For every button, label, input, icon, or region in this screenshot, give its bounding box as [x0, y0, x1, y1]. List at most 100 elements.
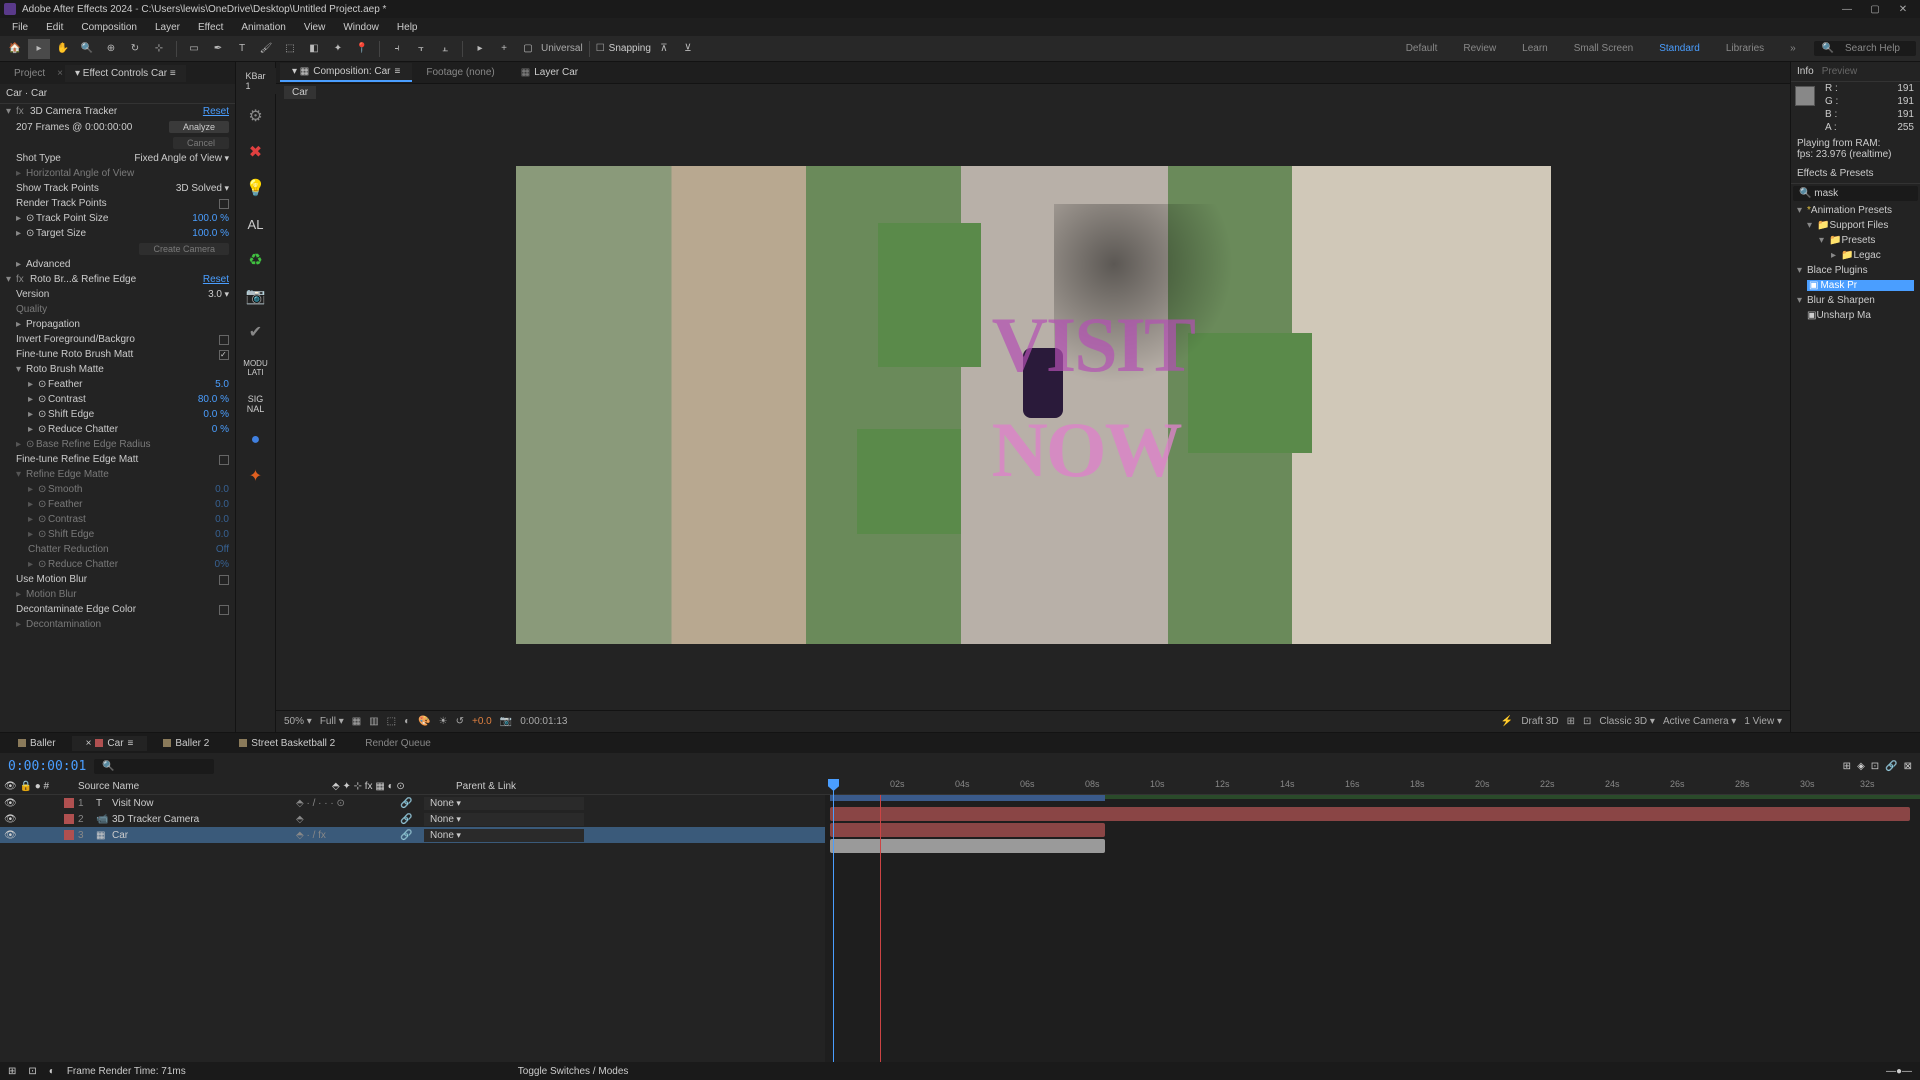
gear-icon[interactable]: ⚙	[244, 104, 268, 128]
search-help[interactable]: 🔍 Search Help	[1814, 41, 1916, 56]
exposure-value[interactable]: +0.0	[472, 716, 492, 727]
resolution-dropdown[interactable]: Full ▾	[320, 716, 344, 727]
preset-support[interactable]: Support Files	[1829, 220, 1914, 231]
reset-link-2[interactable]: Reset	[203, 274, 229, 285]
playhead[interactable]	[833, 779, 834, 1062]
home-icon[interactable]: 🏠	[4, 39, 26, 59]
snap-opt1[interactable]: ⊼	[653, 39, 675, 59]
parent-link-3[interactable]: None ▾	[424, 829, 584, 842]
tl-tab-street[interactable]: Street Basketball 2	[225, 736, 349, 751]
workspace-default[interactable]: Default	[1398, 41, 1446, 56]
color-mgmt-icon[interactable]: 🎨	[418, 716, 430, 727]
effect-3d-camera-tracker[interactable]: 3D Camera Tracker	[30, 106, 203, 117]
clone-tool[interactable]: ⬚	[279, 39, 301, 59]
modu-icon[interactable]: MODU LATI	[244, 356, 268, 380]
layer-bar-2[interactable]	[830, 823, 1105, 837]
reset-exposure-icon[interactable]: ↺	[456, 716, 464, 727]
workspace-standard[interactable]: Standard	[1651, 41, 1708, 56]
target-size-value[interactable]: 100.0 %	[192, 228, 229, 239]
maximize-button[interactable]: ▢	[1862, 2, 1888, 16]
tab-info[interactable]: Info	[1797, 66, 1814, 77]
tl-icon-4[interactable]: 🔗	[1885, 761, 1897, 772]
contrast-value[interactable]: 80.0 %	[198, 394, 229, 405]
preset-legacy[interactable]: Legac	[1853, 250, 1914, 261]
preset-blace[interactable]: Blace Plugins	[1807, 265, 1914, 276]
draft-3d-toggle[interactable]: Draft 3D	[1521, 716, 1558, 727]
menu-composition[interactable]: Composition	[73, 20, 145, 35]
finetune-checkbox[interactable]	[219, 350, 229, 360]
camera-dropdown[interactable]: Active Camera ▾	[1663, 716, 1736, 727]
current-timecode[interactable]: 0:00:00:01	[8, 759, 86, 774]
brush-tool[interactable]: 🖌	[255, 39, 277, 59]
extended-viewer-icon[interactable]: ⊡	[1583, 716, 1591, 727]
mode-box[interactable]: ▢	[517, 39, 539, 59]
tl-tab-car[interactable]: × Car ≡	[72, 736, 148, 751]
layer-row-2[interactable]: 👁 2 📹 3D Tracker Camera ⬘ 🔗 None ▾	[0, 811, 825, 827]
bulb-icon[interactable]: 💡	[244, 176, 268, 200]
mask-icon[interactable]: ▥	[369, 716, 378, 727]
axis-local[interactable]: ⫞	[386, 39, 408, 59]
kbar-tab[interactable]: KBar 1	[236, 68, 276, 94]
rect-tool[interactable]: ▭	[183, 39, 205, 59]
selection-tool[interactable]: ▸	[28, 39, 50, 59]
3d-ground-icon[interactable]: ⊞	[1567, 716, 1575, 727]
comp-breadcrumb[interactable]: Car	[284, 86, 316, 99]
tl-tab-baller2[interactable]: Baller 2	[149, 736, 223, 751]
invert-checkbox[interactable]	[219, 335, 229, 345]
x-red-icon[interactable]: ✖	[244, 140, 268, 164]
workspace-review[interactable]: Review	[1455, 41, 1504, 56]
layer-row-3[interactable]: 👁 3 ▦ Car ⬘ · / fx 🔗 None ▾	[0, 827, 825, 843]
decon-checkbox[interactable]	[219, 605, 229, 615]
effect-roto-brush[interactable]: Roto Br...& Refine Edge	[30, 274, 203, 285]
menu-window[interactable]: Window	[335, 20, 387, 35]
roto-tool[interactable]: ✦	[327, 39, 349, 59]
tl-tab-render[interactable]: Render Queue	[351, 736, 445, 751]
advanced-section[interactable]: Advanced	[26, 259, 229, 270]
shift-value[interactable]: 0.0 %	[203, 409, 229, 420]
roto-brush-matte[interactable]: Roto Brush Matte	[26, 364, 229, 375]
parent-link-2[interactable]: None ▾	[424, 813, 584, 826]
tl-tab-baller[interactable]: Baller	[4, 736, 70, 751]
version-dropdown[interactable]: 3.0 ▾	[208, 289, 229, 300]
menu-edit[interactable]: Edit	[38, 20, 71, 35]
snapping-toggle[interactable]: ☐ Snapping	[596, 43, 651, 54]
check-icon[interactable]: ✔	[244, 320, 268, 344]
status-icon-1[interactable]: ⊞	[8, 1066, 16, 1077]
propagation-section[interactable]: Propagation	[26, 319, 229, 330]
menu-view[interactable]: View	[296, 20, 334, 35]
tl-icon-3[interactable]: ⊡	[1871, 761, 1879, 772]
workspace-learn[interactable]: Learn	[1514, 41, 1556, 56]
tab-composition[interactable]: ▾ ▦ Composition: Car ≡	[280, 63, 412, 82]
signal-icon[interactable]: SIG NAL	[244, 392, 268, 416]
fast-preview-icon[interactable]: ⚡	[1501, 716, 1513, 727]
analyze-button[interactable]: Analyze	[169, 121, 229, 133]
render-track-checkbox[interactable]	[219, 199, 229, 209]
menu-help[interactable]: Help	[389, 20, 426, 35]
composition-viewer[interactable]: VISIT NOW	[516, 166, 1551, 644]
circle-blue-icon[interactable]: ●	[244, 428, 268, 452]
rotation-tool[interactable]: ↻	[124, 39, 146, 59]
effects-search[interactable]: 🔍 mask	[1793, 186, 1918, 201]
puppet-tool[interactable]: 📍	[351, 39, 373, 59]
timeline-graph[interactable]: 02s 04s 06s 08s 10s 12s 14s 16s 18s 20s …	[825, 779, 1920, 1062]
zoom-tool[interactable]: 🔍	[76, 39, 98, 59]
exposure-icon[interactable]: ☀	[439, 716, 448, 727]
tl-icon-2[interactable]: ◈	[1857, 761, 1865, 772]
menu-layer[interactable]: Layer	[147, 20, 188, 35]
layer-bar-3[interactable]	[830, 839, 1105, 853]
minimize-button[interactable]: —	[1834, 2, 1860, 16]
views-dropdown[interactable]: 1 View ▾	[1744, 716, 1782, 727]
zoom-dropdown[interactable]: 50% ▾	[284, 716, 312, 727]
channel-icon[interactable]: ◐	[404, 716, 410, 727]
preset-presets[interactable]: Presets	[1841, 235, 1914, 246]
mode-arrow[interactable]: ▸	[469, 39, 491, 59]
track-size-value[interactable]: 100.0 %	[192, 213, 229, 224]
renderer-dropdown[interactable]: Classic 3D ▾	[1599, 716, 1655, 727]
text-tool[interactable]: T	[231, 39, 253, 59]
camera-pink-icon[interactable]: 📷	[244, 284, 268, 308]
finetune2-checkbox[interactable]	[219, 455, 229, 465]
layer-bar-1[interactable]	[830, 807, 1910, 821]
region-icon[interactable]: ⬚	[387, 716, 396, 727]
work-area[interactable]	[830, 795, 1105, 801]
orbit-tool[interactable]: ⊕	[100, 39, 122, 59]
